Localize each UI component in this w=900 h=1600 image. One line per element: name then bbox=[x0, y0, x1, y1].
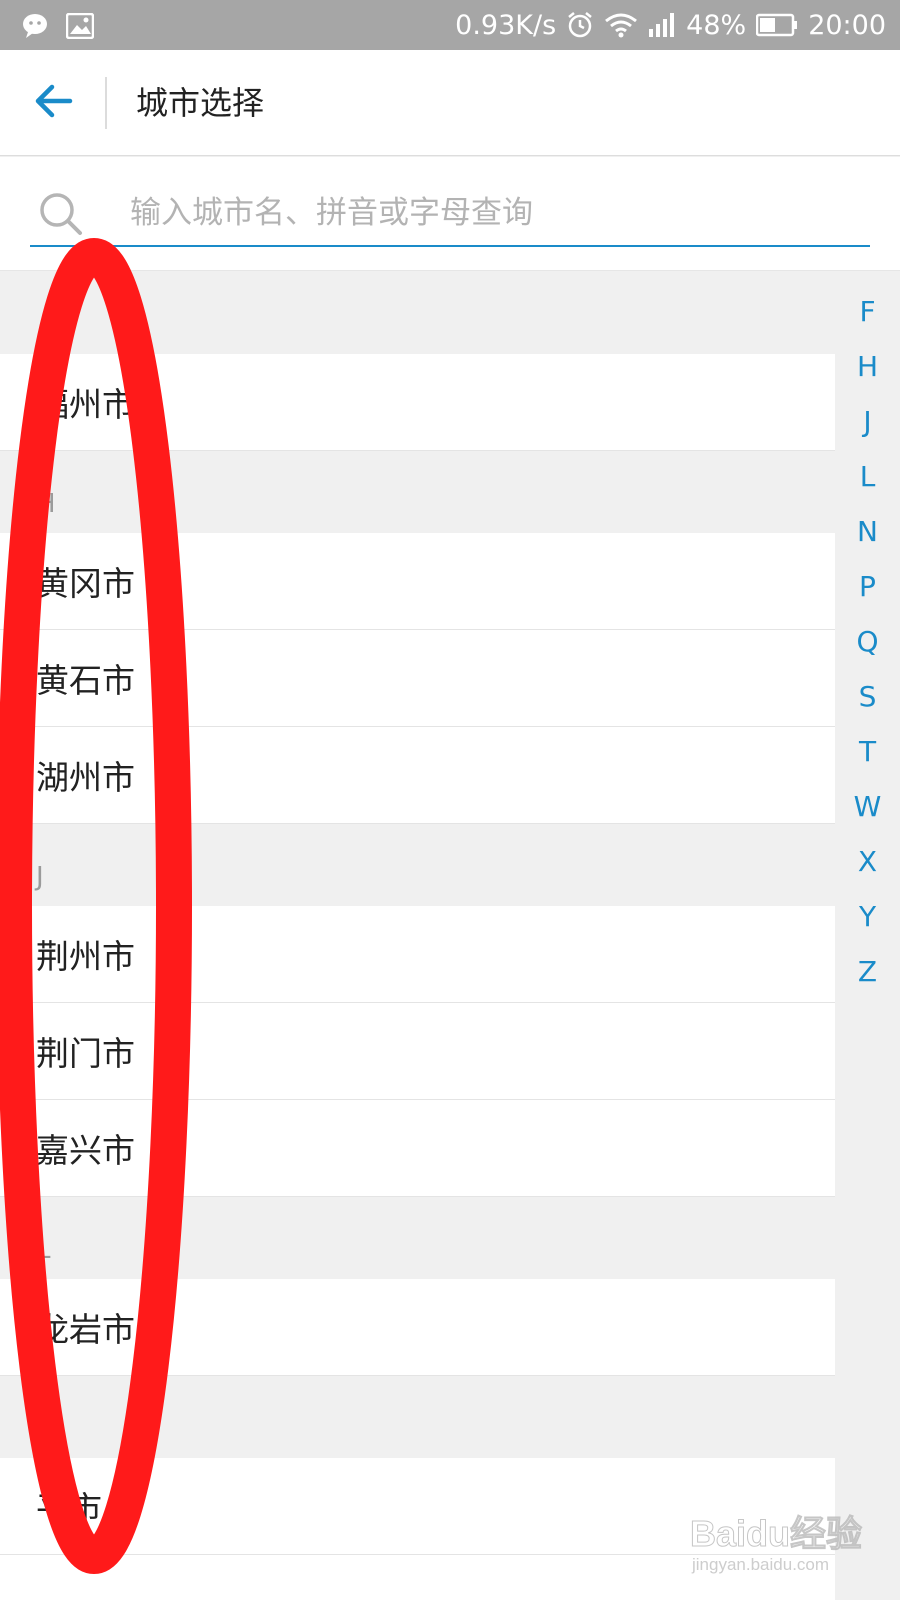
section-header bbox=[0, 1376, 835, 1458]
list-item[interactable]: 平市 bbox=[0, 1458, 835, 1555]
index-letter[interactable]: N bbox=[835, 514, 900, 550]
section-header: H bbox=[0, 451, 835, 533]
list-item[interactable]: 嘉兴市 bbox=[0, 1100, 835, 1197]
arrow-left-icon bbox=[34, 83, 74, 123]
list-item[interactable]: 黄冈市 bbox=[0, 533, 835, 630]
net-speed: 0.93K/s bbox=[455, 9, 557, 41]
index-letter[interactable]: W bbox=[835, 789, 900, 825]
section-header: L bbox=[0, 1197, 835, 1279]
alphabet-index-bar[interactable]: F H J L N P Q S T W X Y Z bbox=[835, 272, 900, 1600]
index-letter[interactable]: L bbox=[835, 459, 900, 495]
list-item[interactable]: 龙岩市 bbox=[0, 1279, 835, 1376]
list-item[interactable]: 湖州市 bbox=[0, 727, 835, 824]
clock: 20:00 bbox=[808, 9, 886, 41]
status-bar-right: 0.93K/s 48% 20:00 bbox=[455, 0, 886, 50]
alarm-icon bbox=[566, 11, 594, 39]
page-title: 城市选择 bbox=[136, 84, 265, 122]
index-letter[interactable]: T bbox=[835, 734, 900, 770]
list-item[interactable]: 福州市 bbox=[0, 354, 835, 451]
image-icon bbox=[66, 13, 94, 39]
index-letter[interactable]: J bbox=[835, 404, 900, 440]
index-letter[interactable]: S bbox=[835, 679, 900, 715]
index-letter[interactable]: Y bbox=[835, 899, 900, 935]
list-item[interactable]: 荆门市 bbox=[0, 1003, 835, 1100]
back-button[interactable] bbox=[26, 76, 82, 130]
signal-icon bbox=[648, 13, 676, 37]
header: 城市选择 bbox=[0, 50, 900, 156]
wechat-icon bbox=[22, 13, 52, 39]
battery-percent: 48% bbox=[686, 9, 747, 41]
list-item[interactable]: 荆州市 bbox=[0, 906, 835, 1003]
index-letter[interactable]: Z bbox=[835, 954, 900, 990]
index-letter[interactable]: X bbox=[835, 844, 900, 880]
list-item[interactable]: 黄石市 bbox=[0, 630, 835, 727]
section-header bbox=[0, 272, 835, 354]
section-header: J bbox=[0, 824, 835, 906]
list-item[interactable] bbox=[0, 1555, 835, 1600]
index-letter[interactable]: F bbox=[835, 294, 900, 330]
status-bar: 0.93K/s 48% 20:00 bbox=[0, 0, 900, 50]
index-letter[interactable]: Q bbox=[835, 624, 900, 660]
search-icon bbox=[38, 191, 84, 237]
city-list[interactable]: 福州市 H 黄冈市 黄石市 湖州市 J 荆州市 荆门市 嘉兴市 L 龙岩市 平市 bbox=[0, 272, 835, 1600]
search-underline bbox=[30, 245, 870, 247]
wifi-icon bbox=[604, 12, 638, 38]
status-bar-left bbox=[22, 12, 94, 40]
search-input[interactable] bbox=[130, 187, 860, 239]
search-area bbox=[0, 157, 900, 271]
battery-icon bbox=[756, 13, 798, 37]
index-letter[interactable]: P bbox=[835, 569, 900, 605]
index-letter[interactable]: H bbox=[835, 349, 900, 385]
header-divider bbox=[105, 77, 107, 129]
